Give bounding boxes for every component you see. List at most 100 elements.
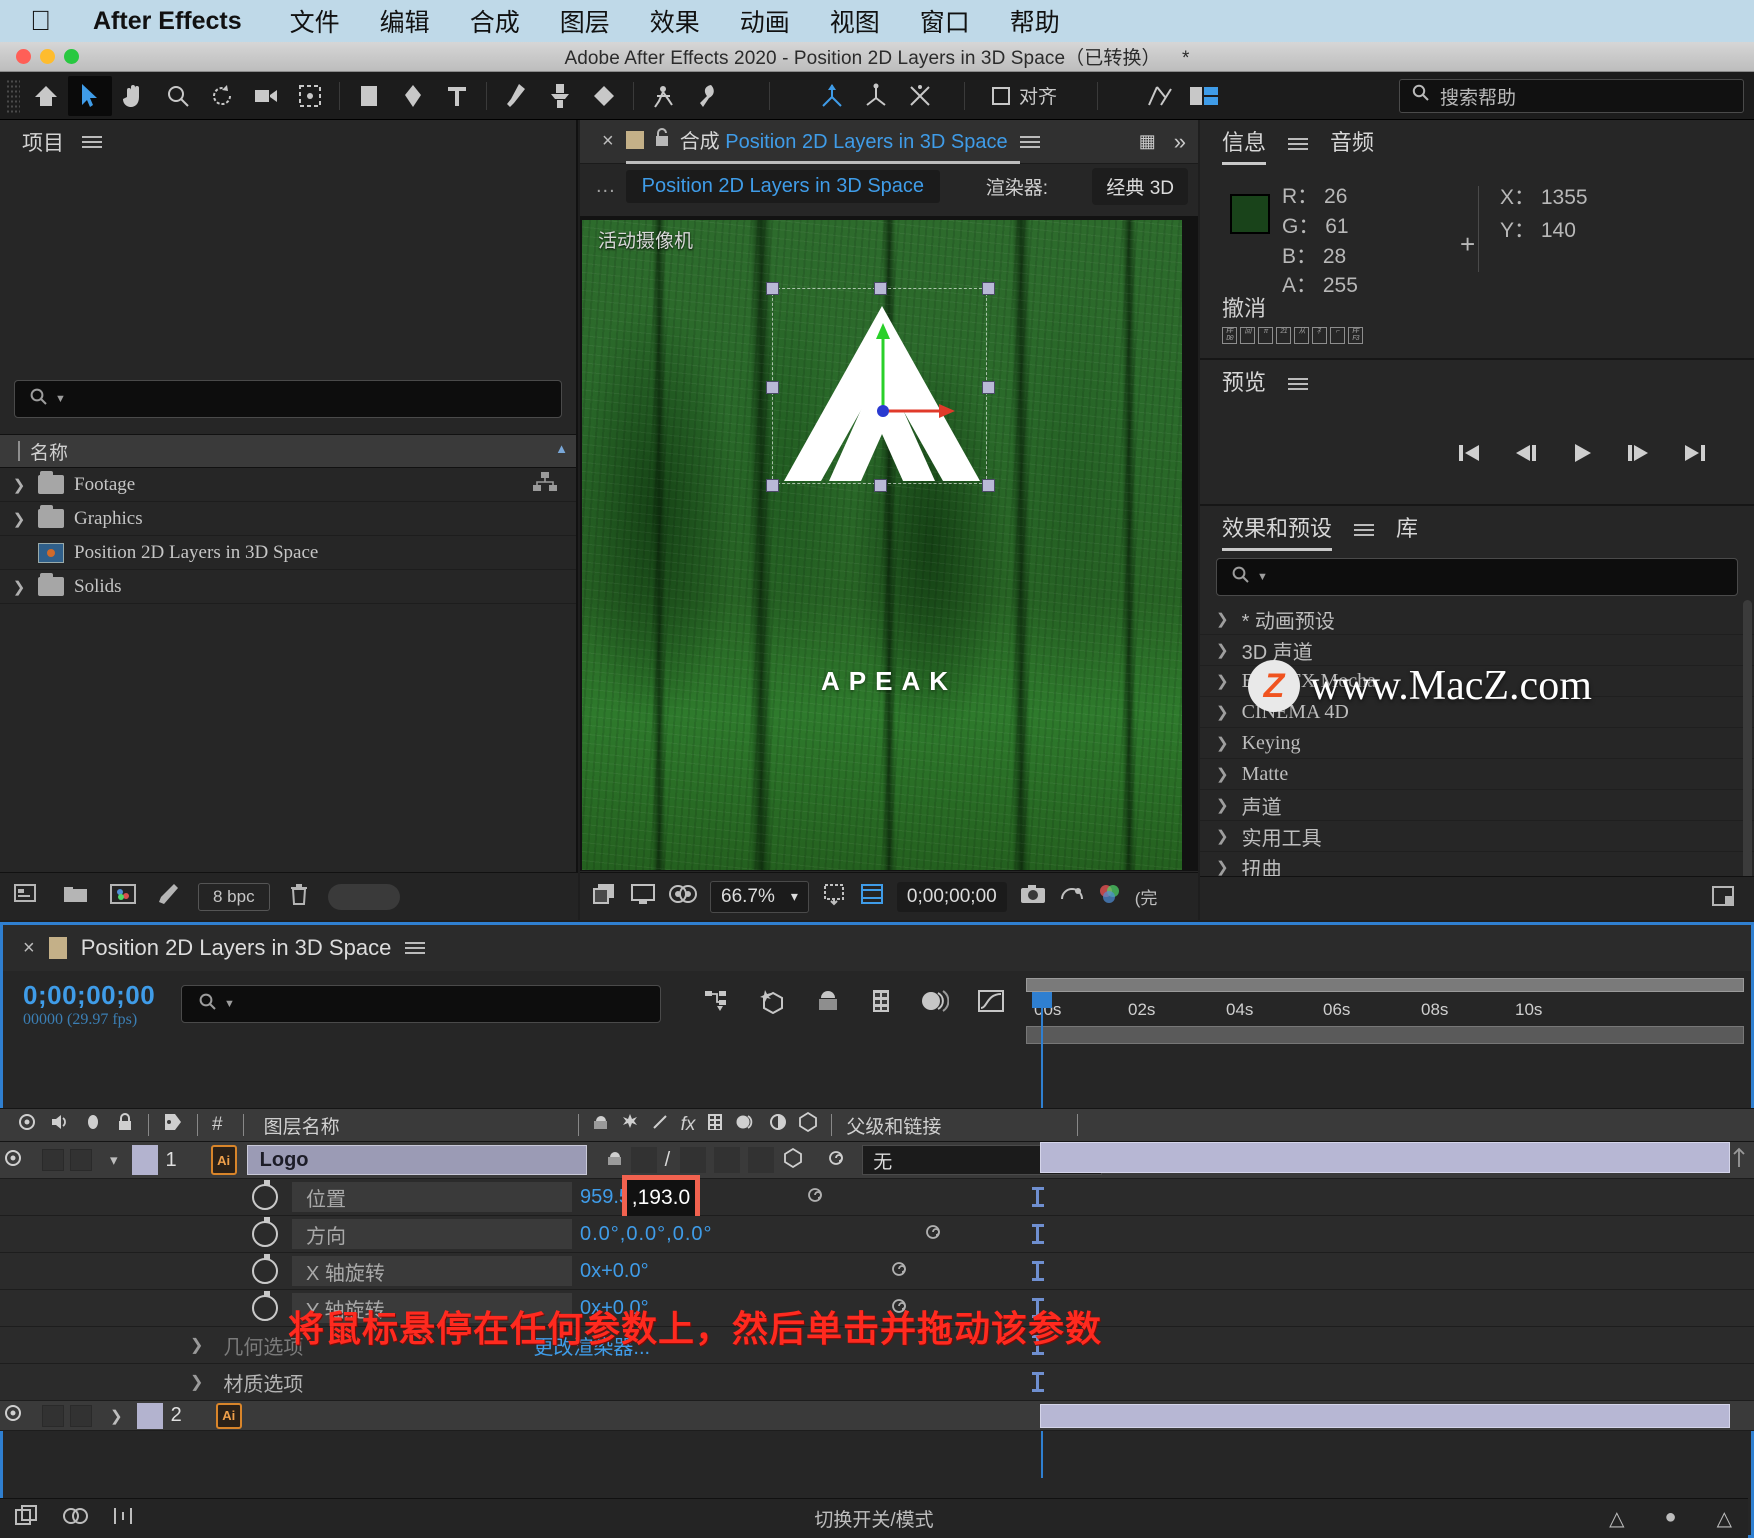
draft-3d-icon[interactable] (759, 988, 787, 1020)
next-frame-icon[interactable] (1624, 441, 1652, 472)
hamburger-icon[interactable] (1354, 521, 1375, 539)
transparency-grid-icon[interactable] (668, 883, 698, 910)
label-color-swatch[interactable] (136, 1402, 163, 1429)
table-row[interactable]: ▾ 1 Ai Logo / 无 ▾ (0, 1142, 1754, 1179)
stopwatch-icon[interactable] (252, 1217, 278, 1247)
home-icon[interactable] (24, 76, 68, 116)
local-axis-icon[interactable] (810, 76, 854, 116)
region-of-interest-icon[interactable] (821, 882, 847, 911)
take-snapshot-icon[interactable] (592, 882, 618, 911)
keyframe-navigator-icon[interactable] (887, 1258, 911, 1285)
zoom-tool-icon[interactable] (156, 76, 200, 116)
property-value[interactable]: 0x+0.0° (580, 1260, 649, 1283)
zoom-out-timeline-icon[interactable]: △ (1609, 1506, 1624, 1531)
stopwatch-icon[interactable] (252, 1254, 278, 1284)
menu-item-composition[interactable]: 合成 (470, 3, 520, 39)
apple-icon[interactable]:  (30, 7, 51, 35)
chevron-right-icon[interactable]: ❯ (1216, 672, 1229, 691)
menu-app-name[interactable]: After Effects (93, 7, 242, 36)
toggle-mask-icon[interactable] (859, 882, 885, 911)
renderer-select[interactable]: 经典 3D (1092, 167, 1188, 205)
timeline-search-input[interactable]: ▼ (181, 985, 661, 1023)
rotation-tool-icon[interactable] (200, 76, 244, 116)
list-item[interactable]: ❯ 声道 (1200, 790, 1754, 821)
selection-tool-icon[interactable] (68, 75, 112, 116)
tab-composition[interactable]: 合成 Position 2D Layers in 3D Space (625, 125, 1020, 164)
previous-frame-icon[interactable] (1512, 441, 1540, 472)
tab-audio[interactable]: 音频 (1330, 125, 1374, 163)
chevron-right-icon[interactable]: ❯ (1216, 858, 1229, 876)
list-item[interactable]: Position 2D Layers in 3D Space (0, 536, 576, 570)
motion-blur-toggle[interactable] (748, 1147, 775, 1173)
search-help-field[interactable]: 搜索帮助 (1399, 79, 1744, 113)
menu-item-edit[interactable]: 编辑 (380, 3, 430, 39)
workspace-icon[interactable] (1138, 76, 1182, 116)
chevron-down-icon[interactable]: ▾ (110, 1151, 118, 1169)
shy-toggle[interactable] (605, 1149, 623, 1172)
lock-icon[interactable] (654, 127, 670, 152)
project-settings-icon[interactable] (108, 882, 138, 911)
list-item[interactable]: ❯ Keying (1200, 728, 1754, 759)
project-column-header[interactable]: 名称 ▲ (0, 434, 576, 468)
composition-mini-flowchart-icon[interactable] (703, 988, 731, 1020)
work-area-bar[interactable] (1026, 978, 1744, 992)
pan-behind-tool-icon[interactable] (288, 76, 332, 116)
menu-item-effect[interactable]: 效果 (650, 3, 700, 39)
hide-shy-layers-icon[interactable] (815, 988, 841, 1020)
composition-name-chip[interactable]: Position 2D Layers in 3D Space (625, 169, 941, 203)
hamburger-icon[interactable] (1288, 135, 1309, 153)
puppet-pin-tool-icon[interactable] (685, 76, 729, 116)
show-channel-icon[interactable] (630, 882, 656, 911)
table-row[interactable]: X 轴旋转 0x+0.0° (0, 1253, 1754, 1290)
view-axis-icon[interactable] (898, 76, 942, 116)
keyframe-navigator-icon[interactable] (921, 1221, 945, 1248)
menu-item-animation[interactable]: 动画 (740, 3, 790, 39)
stopwatch-icon[interactable] (252, 1291, 278, 1321)
chevron-right-icon[interactable]: ❯ (1216, 827, 1229, 845)
stopwatch-icon[interactable] (252, 1180, 278, 1210)
list-item[interactable]: ❯ Graphics (0, 502, 576, 536)
layer-expand-icon[interactable] (1730, 1147, 1748, 1174)
audio-switch-cell[interactable] (42, 1149, 64, 1171)
chevron-right-icon[interactable]: ❯ (10, 476, 28, 494)
pen-tool-icon[interactable] (391, 76, 435, 116)
current-time-indicator[interactable] (1032, 992, 1052, 1478)
list-item[interactable]: ❯ * 动画预设 (1200, 604, 1754, 635)
play-icon[interactable] (1570, 441, 1594, 472)
frame-blending-icon[interactable] (869, 988, 893, 1020)
switches-modes-label[interactable]: 切换开关/模式 (0, 1505, 1748, 1532)
property-value[interactable]: 0.0°,0.0°,0.0° (580, 1223, 713, 1246)
3d-axis-gizmo[interactable] (835, 321, 975, 431)
label-color-swatch[interactable] (131, 1145, 158, 1175)
table-row[interactable]: 位置 959.5,282. ,193.0 (0, 1175, 1754, 1221)
solo-switch-cell[interactable] (70, 1149, 92, 1171)
menu-item-layer[interactable]: 图层 (560, 3, 610, 39)
table-row[interactable]: ❯ 材质选项 (0, 1364, 1754, 1401)
breadcrumb[interactable]: ... (596, 175, 616, 198)
solo-switch-cell[interactable] (70, 1404, 92, 1427)
world-axis-icon[interactable] (854, 76, 898, 116)
chevron-right-icon[interactable]: ❯ (110, 1407, 123, 1425)
effects-toggle[interactable] (680, 1147, 707, 1173)
layer-name-field[interactable]: Logo (246, 1145, 587, 1175)
chevron-right-icon[interactable]: ❯ (190, 1372, 203, 1392)
timeline-ruler[interactable]: 00s 02s 04s 06s 08s 10s (1026, 978, 1744, 1478)
composition-timecode[interactable]: 0;00;00;00 (896, 881, 1007, 912)
audio-switch-cell[interactable] (42, 1404, 64, 1427)
close-icon[interactable]: × (23, 937, 35, 960)
chevron-right-icon[interactable]: ❯ (1216, 765, 1229, 784)
layer-duration-bar[interactable] (1040, 1403, 1730, 1428)
layer-duration-bar[interactable] (1040, 1142, 1730, 1173)
chevron-right-icon[interactable]: ❯ (1216, 641, 1229, 659)
fast-preview-icon[interactable] (1059, 883, 1085, 910)
menu-item-view[interactable]: 视图 (830, 3, 880, 39)
timeline-comp-name[interactable]: Position 2D Layers in 3D Space (81, 935, 392, 961)
list-item[interactable]: ❯ 实用工具 (1200, 821, 1754, 852)
menu-item-help[interactable]: 帮助 (1010, 3, 1060, 39)
new-effect-icon[interactable] (1710, 884, 1736, 913)
eraser-tool-icon[interactable] (582, 76, 626, 116)
parent-pickwhip-icon[interactable] (824, 1147, 848, 1174)
chevron-right-icon[interactable]: ❯ (1216, 796, 1229, 814)
chevron-right-icon[interactable]: ❯ (190, 1335, 203, 1355)
interpret-footage-icon[interactable] (156, 882, 180, 911)
